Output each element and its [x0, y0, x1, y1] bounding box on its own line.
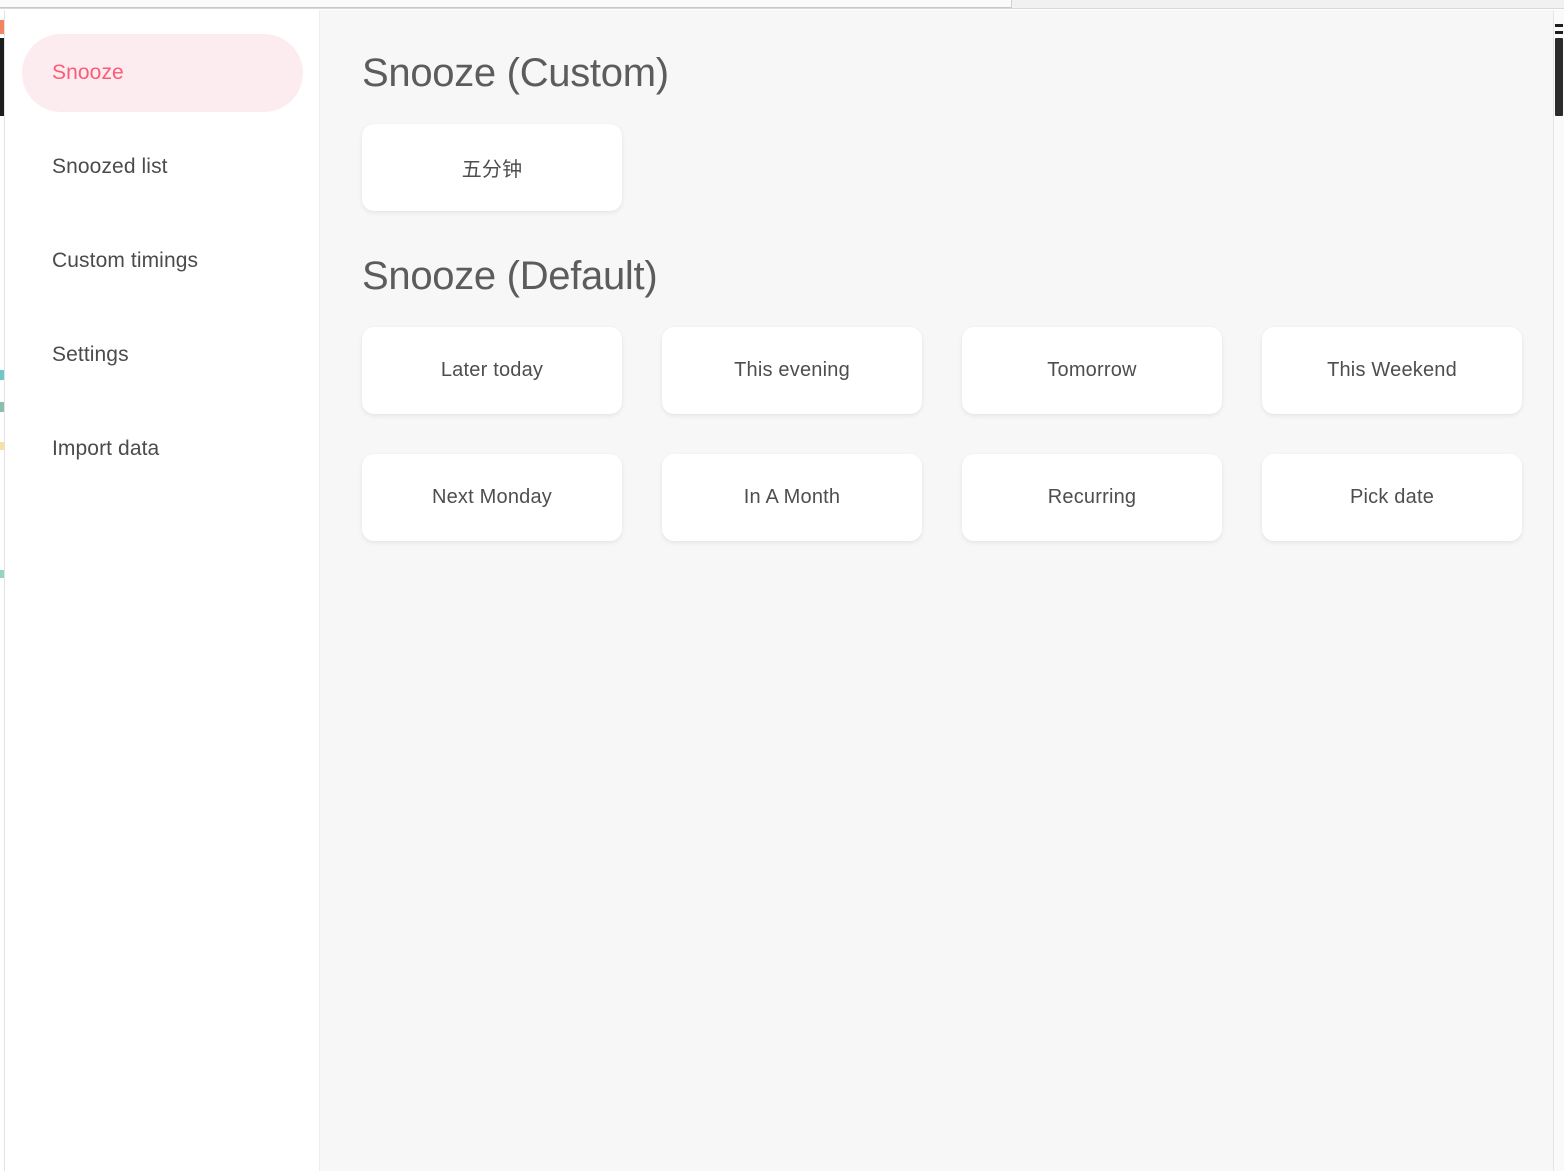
scrollbar-tick-lower	[1555, 31, 1563, 34]
app-body: Snooze Snoozed list Custom timings Setti…	[6, 10, 1564, 1171]
snooze-button-recurring[interactable]: Recurring	[962, 454, 1222, 541]
sidebar-item-custom-timings[interactable]: Custom timings	[22, 222, 303, 300]
sidebar-item-import-data[interactable]: Import data	[22, 410, 303, 488]
snooze-card-label: Tomorrow	[1047, 359, 1137, 381]
snooze-button-pick-date[interactable]: Pick date	[1262, 454, 1522, 541]
default-snooze-grid: Later today This evening Tomorrow This W…	[362, 327, 1542, 541]
main-content: Snooze (Custom) 五分钟 Snooze (Default) Lat…	[320, 10, 1564, 1171]
sidebar-item-settings[interactable]: Settings	[22, 316, 303, 394]
snooze-default-heading: Snooze (Default)	[362, 254, 658, 298]
sidebar-item-snooze[interactable]: Snooze	[22, 34, 303, 112]
snooze-card-label: 五分钟	[461, 159, 523, 181]
sidebar: Snooze Snoozed list Custom timings Setti…	[6, 10, 320, 1171]
sliver-accent-mint	[0, 570, 4, 578]
snooze-button-in-a-month[interactable]: In A Month	[662, 454, 922, 541]
snooze-button-next-monday[interactable]: Next Monday	[362, 454, 622, 541]
sidebar-item-label: Custom timings	[52, 249, 199, 272]
sliver-accent-green	[0, 402, 4, 412]
snooze-button-this-weekend[interactable]: This Weekend	[1262, 327, 1522, 414]
snooze-card-label: Pick date	[1349, 486, 1435, 508]
sidebar-item-label: Snoozed list	[52, 155, 168, 178]
snooze-card-label: Recurring	[1047, 486, 1137, 508]
sliver-accent-teal	[0, 370, 4, 380]
snooze-custom-heading: Snooze (Custom)	[362, 51, 669, 95]
snooze-card-label: In A Month	[743, 486, 841, 508]
snooze-card-label: This evening	[734, 359, 850, 381]
sliver-accent-yellow	[0, 442, 4, 450]
snooze-card-label: Later today	[440, 359, 544, 381]
sidebar-item-label: Snooze	[52, 61, 124, 84]
snooze-button-later-today[interactable]: Later today	[362, 327, 622, 414]
scrollbar-tick-upper	[1555, 24, 1563, 27]
window-tab-edge	[0, 0, 1012, 8]
sidebar-item-label: Settings	[52, 343, 129, 366]
snooze-button-tomorrow[interactable]: Tomorrow	[962, 327, 1222, 414]
sliver-accent-dark	[0, 38, 4, 116]
sidebar-item-label: Import data	[52, 437, 160, 460]
app-window: Snooze Snoozed list Custom timings Setti…	[0, 0, 1564, 1171]
vertical-scrollbar-track[interactable]	[1553, 10, 1564, 1171]
sliver-accent-orange	[0, 20, 4, 34]
sidebar-nav-list: Snooze Snoozed list Custom timings Setti…	[6, 34, 319, 488]
vertical-scrollbar-thumb[interactable]	[1555, 38, 1563, 116]
sidebar-item-snoozed-list[interactable]: Snoozed list	[22, 128, 303, 206]
snooze-card-label: This Weekend	[1327, 359, 1457, 381]
window-chrome-bar	[0, 0, 1564, 9]
snooze-card-label: Next Monday	[431, 486, 553, 508]
snooze-custom-button-0[interactable]: 五分钟	[362, 124, 622, 211]
custom-snooze-grid: 五分钟	[362, 124, 1542, 211]
snooze-button-this-evening[interactable]: This evening	[662, 327, 922, 414]
background-window-sliver	[0, 10, 5, 1171]
